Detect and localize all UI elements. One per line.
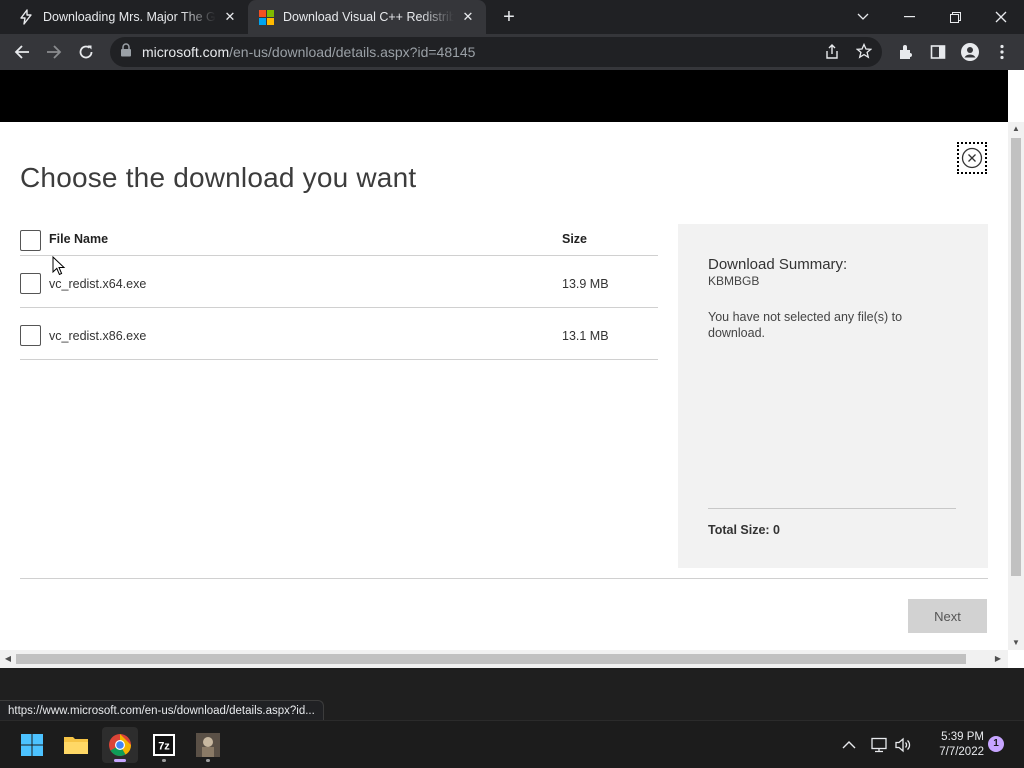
7zip-icon[interactable]: 7z: [146, 727, 182, 763]
scroll-down-icon[interactable]: ▼: [1008, 636, 1024, 650]
page-overlay-band: [0, 70, 1008, 122]
active-app-indicator: [114, 759, 126, 762]
select-all-checkbox[interactable]: [20, 230, 41, 251]
file-name: vc_redist.x86.exe: [49, 329, 147, 343]
mouse-cursor-icon: [52, 255, 66, 281]
table-row: vc_redist.x64.exe 13.9 MB: [20, 256, 658, 308]
horizontal-scrollbar[interactable]: ◀ ▶: [0, 650, 1008, 668]
file-size: 13.9 MB: [562, 277, 609, 291]
chrome-icon[interactable]: [102, 727, 138, 763]
next-button[interactable]: Next: [908, 599, 987, 633]
tray-overflow-icon[interactable]: [842, 721, 856, 768]
share-icon[interactable]: [824, 44, 840, 65]
taskbar: 7z 5:39 PM 7/7/2022: [0, 720, 1024, 768]
table-header-row: File Name Size: [20, 220, 658, 256]
forward-icon[interactable]: [40, 38, 68, 66]
summary-units: KBMBGB: [708, 274, 760, 288]
back-icon[interactable]: [8, 38, 36, 66]
reload-icon[interactable]: [72, 38, 100, 66]
close-tab-icon[interactable]: ✕: [222, 9, 238, 25]
file-size: 13.1 MB: [562, 329, 609, 343]
restore-button[interactable]: [932, 0, 978, 34]
column-header-size: Size: [562, 232, 588, 246]
windows-start-icon[interactable]: [14, 727, 50, 763]
web-page: Choose the download you want File Name S…: [0, 70, 1024, 668]
tab-title: Download Visual C++ Redistributable: [283, 10, 454, 24]
clock[interactable]: 5:39 PM 7/7/2022: [920, 730, 984, 760]
url-text: microsoft.com/en-us/download/details.asp…: [142, 44, 476, 60]
menu-kebab-icon[interactable]: [988, 38, 1016, 66]
tab-search-icon[interactable]: [840, 0, 886, 34]
lightning-icon: [18, 9, 34, 25]
vertical-scrollbar[interactable]: ▲ ▼: [1008, 122, 1024, 650]
file-table: File Name Size vc_redist.x64.exe 13.9 MB…: [20, 220, 658, 360]
close-window-button[interactable]: [978, 0, 1024, 34]
side-panel-icon[interactable]: [924, 38, 952, 66]
notification-badge[interactable]: 1: [988, 736, 1004, 752]
tab-mrs-major[interactable]: Downloading Mrs. Major The Game ✕: [8, 0, 248, 34]
scroll-up-icon[interactable]: ▲: [1008, 122, 1024, 136]
microsoft-logo-icon: [258, 9, 274, 25]
file-explorer-icon[interactable]: [58, 727, 94, 763]
minimize-button[interactable]: [886, 0, 932, 34]
extensions-icon[interactable]: [892, 38, 920, 66]
clock-time: 5:39 PM: [941, 731, 984, 743]
scroll-left-icon[interactable]: ◀: [0, 650, 16, 668]
file-checkbox-x86[interactable]: [20, 325, 41, 346]
tab-visual-cpp[interactable]: Download Visual C++ Redistributable ✕: [248, 0, 486, 34]
running-app-indicator: [206, 759, 210, 762]
close-tab-icon[interactable]: ✕: [460, 9, 476, 25]
file-checkbox-x64[interactable]: [20, 273, 41, 294]
download-summary-panel: Download Summary: KBMBGB You have not se…: [678, 224, 988, 568]
close-circle-icon: [961, 147, 983, 169]
game-app-icon[interactable]: [190, 727, 226, 763]
table-row: vc_redist.x86.exe 13.1 MB: [20, 308, 658, 360]
tab-title: Downloading Mrs. Major The Game: [43, 10, 216, 24]
summary-title: Download Summary:: [708, 256, 848, 273]
volume-icon[interactable]: [894, 721, 912, 768]
new-tab-button[interactable]: +: [498, 7, 520, 29]
svg-text:7z: 7z: [158, 741, 170, 753]
vertical-scroll-thumb[interactable]: [1011, 138, 1021, 576]
network-icon[interactable]: [870, 721, 888, 768]
column-header-file-name: File Name: [49, 232, 109, 246]
scroll-right-icon[interactable]: ▶: [990, 650, 1006, 668]
summary-message: You have not selected any file(s) to dow…: [708, 310, 903, 340]
address-bar[interactable]: microsoft.com/en-us/download/details.asp…: [110, 37, 882, 67]
tab-strip: Downloading Mrs. Major The Game ✕ Downlo…: [0, 0, 1024, 34]
dialog-title: Choose the download you want: [20, 162, 417, 193]
clock-date: 7/7/2022: [939, 746, 984, 758]
horizontal-scroll-thumb[interactable]: [16, 654, 966, 664]
running-app-indicator: [162, 759, 166, 762]
lock-icon[interactable]: [120, 42, 132, 62]
dialog-close-button[interactable]: [957, 142, 987, 174]
profile-avatar-icon[interactable]: [956, 38, 984, 66]
status-url-bubble: https://www.microsoft.com/en-us/download…: [0, 700, 324, 720]
summary-divider: [708, 508, 956, 509]
browser-toolbar: microsoft.com/en-us/download/details.asp…: [0, 34, 1024, 70]
bookmark-star-icon[interactable]: [855, 42, 873, 64]
screen: Downloading Mrs. Major The Game ✕ Downlo…: [0, 0, 1024, 768]
dialog-footer-divider: [20, 578, 988, 579]
summary-total-size: Total Size: 0: [708, 523, 781, 537]
